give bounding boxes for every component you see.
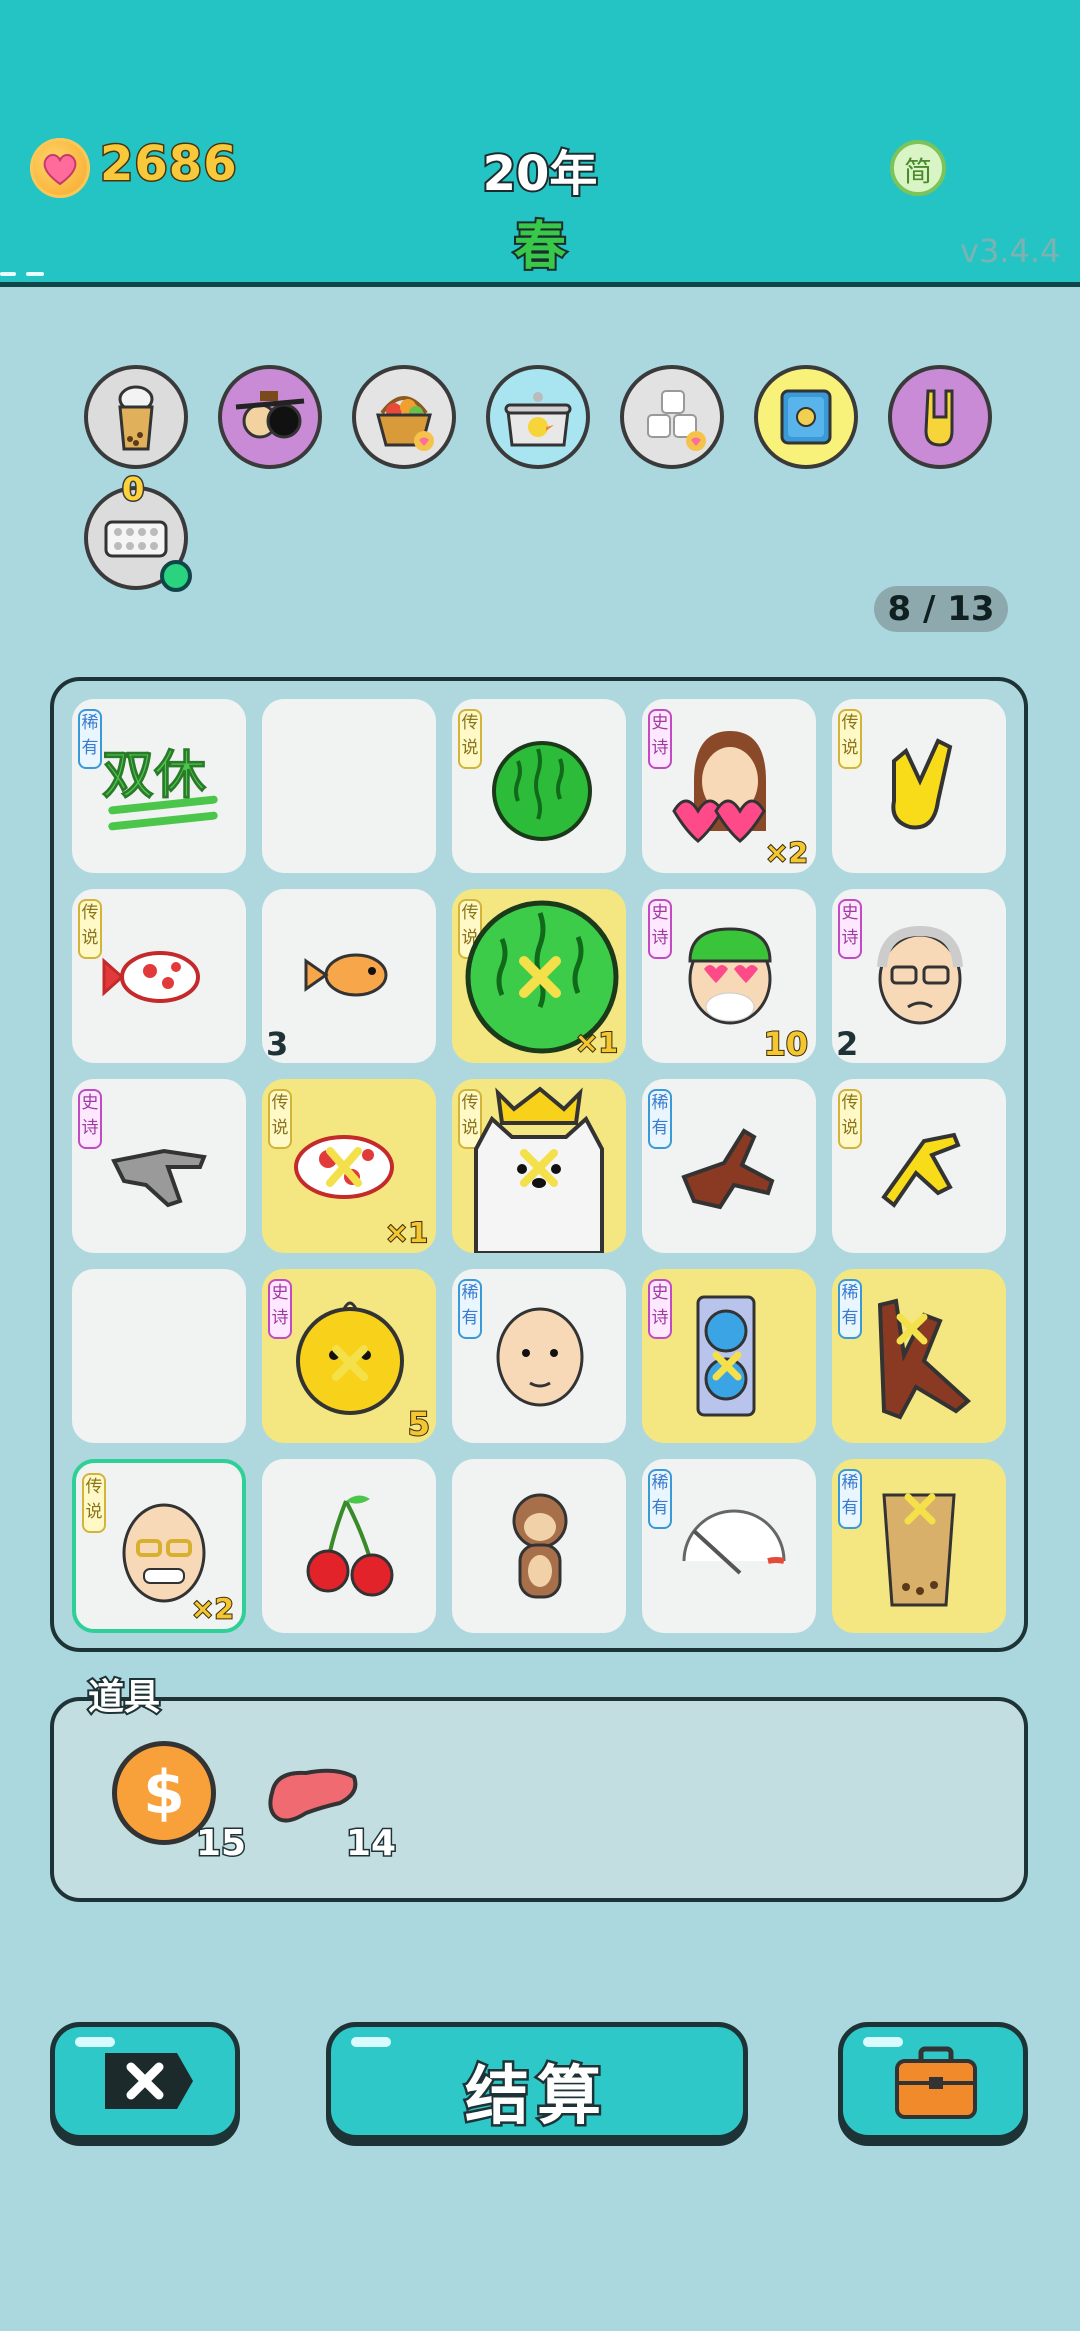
board-cell-graphics-card[interactable]: 史诗 bbox=[642, 1269, 816, 1443]
heart-eyes-face-icon bbox=[688, 927, 772, 1025]
bald-man-icon bbox=[496, 1307, 584, 1407]
button-gloss bbox=[75, 2037, 115, 2047]
safe-icon[interactable] bbox=[754, 365, 858, 469]
year-label: 20年 bbox=[481, 144, 600, 204]
close-icon bbox=[105, 2053, 193, 2109]
count-label: 10 bbox=[762, 1024, 809, 1063]
slot-counter: 8 / 13 bbox=[874, 586, 1008, 632]
liver-icon[interactable] bbox=[266, 1763, 362, 1831]
board-cell-brown-rock-hand[interactable]: 稀有 bbox=[832, 1269, 1006, 1443]
koi-fish-icon bbox=[294, 1135, 394, 1199]
item-board: 稀有 双休 传说 史诗 ×2 传说 传说 3 传说 ×1 史诗 10 史诗 2 bbox=[50, 677, 1028, 1652]
count-label: 2 bbox=[836, 1025, 859, 1063]
crowned-cat-icon bbox=[474, 1086, 604, 1253]
girl-hearts-icon bbox=[672, 731, 766, 843]
koi-fish-icon bbox=[102, 951, 200, 1003]
board-cell-girl-hearts[interactable]: 史诗 ×2 bbox=[642, 699, 816, 873]
tools-panel: $ 15 14 bbox=[50, 1697, 1028, 1902]
eye-patch-icon[interactable] bbox=[218, 365, 322, 469]
board-cell-grandpa[interactable]: 史诗 2 bbox=[832, 889, 1006, 1063]
fruit-basket-icon[interactable] bbox=[352, 365, 456, 469]
board-cell-grinning-grandpa[interactable]: 传说 ×2 bbox=[72, 1459, 246, 1633]
sugar-cubes-icon[interactable] bbox=[620, 365, 724, 469]
goldfish-icon bbox=[304, 953, 388, 997]
settle-label: 结算 bbox=[463, 2058, 609, 2137]
rarity-tag: 稀有 bbox=[78, 709, 102, 769]
top-bar: 2686 20年 春 简 v3.4.4 bbox=[0, 0, 1080, 287]
brown-rock-hand-icon bbox=[877, 1298, 972, 1420]
backpack-button[interactable] bbox=[838, 2022, 1028, 2140]
multiplier-label: ×1 bbox=[574, 1025, 619, 1060]
tool-count: 15 bbox=[194, 1822, 247, 1866]
board-cell-big-watermelon[interactable]: 传说 ×1 bbox=[452, 889, 626, 1063]
multiplier-label: ×2 bbox=[190, 1591, 235, 1626]
status-dot bbox=[160, 560, 192, 592]
board-cell-crowned-cat[interactable]: 传说 bbox=[452, 1079, 626, 1253]
brown-hand-icon bbox=[681, 1128, 775, 1210]
board-cell-goldfish[interactable]: 3 bbox=[262, 889, 436, 1063]
settle-button[interactable]: 结算 bbox=[326, 2022, 748, 2140]
egg-tray-badge: 0 bbox=[120, 469, 145, 510]
coin-count: 2686 bbox=[99, 135, 239, 194]
heart-coin-icon bbox=[30, 138, 90, 198]
yellow-pointing-hand-icon bbox=[881, 1132, 961, 1208]
bubble-tea-icon bbox=[882, 1493, 956, 1607]
board-cell-chick[interactable]: 史诗 5 bbox=[262, 1269, 436, 1443]
count-label: 5 bbox=[407, 1404, 431, 1443]
multiplier-label: ×2 bbox=[764, 835, 809, 870]
board-cell-koi-fish[interactable]: 传说 bbox=[72, 889, 246, 1063]
rock-hand-yellow-icon bbox=[891, 738, 953, 830]
rock-hand-icon[interactable] bbox=[888, 365, 992, 469]
count-label: 3 bbox=[266, 1025, 289, 1063]
gauge-icon bbox=[682, 1509, 786, 1575]
gray-pointing-hand-icon bbox=[111, 1148, 207, 1208]
language-toggle-button[interactable]: 简 bbox=[890, 140, 946, 196]
tool-count: 14 bbox=[344, 1822, 397, 1866]
board-cell-koi-fish-gold[interactable]: 传说 ×1 bbox=[262, 1079, 436, 1253]
board-cell-cherries[interactable] bbox=[262, 1459, 436, 1633]
board-cell-bubble-tea[interactable]: 稀有 bbox=[832, 1459, 1006, 1633]
board-cell-monkey[interactable] bbox=[452, 1459, 626, 1633]
board-cell-brown-hand[interactable]: 稀有 bbox=[642, 1079, 816, 1253]
header-dash bbox=[26, 272, 44, 276]
bubble-tea-cup-icon[interactable] bbox=[84, 365, 188, 469]
board-cell-bald-man[interactable]: 稀有 bbox=[452, 1269, 626, 1443]
header-dash bbox=[0, 272, 16, 276]
grandpa-face-icon bbox=[877, 925, 963, 1025]
monkey-icon bbox=[512, 1493, 568, 1599]
board-cell-heart-eyes[interactable]: 史诗 10 bbox=[642, 889, 816, 1063]
board-cell-gauge[interactable]: 稀有 bbox=[642, 1459, 816, 1633]
double-rest-text: 双休 bbox=[101, 746, 207, 807]
tools-title: 道具 bbox=[86, 1675, 162, 1720]
multiplier-label: ×1 bbox=[384, 1215, 429, 1250]
graphics-card-icon bbox=[696, 1295, 756, 1417]
version-label: v3.4.4 bbox=[960, 232, 1061, 270]
season-label: 春 bbox=[512, 215, 568, 279]
chick-icon bbox=[296, 1301, 404, 1415]
board-cell-gray-hand[interactable]: 史诗 bbox=[72, 1079, 246, 1253]
board-cell-double-rest[interactable]: 稀有 双休 bbox=[72, 699, 246, 873]
board-cell-watermelon[interactable]: 传说 bbox=[452, 699, 626, 873]
cancel-button[interactable] bbox=[50, 2022, 240, 2140]
board-cell-empty[interactable] bbox=[262, 699, 436, 873]
cherries-icon bbox=[306, 1495, 394, 1597]
briefcase-icon bbox=[895, 2046, 977, 2119]
duck-pot-icon[interactable] bbox=[486, 365, 590, 469]
double-rest-stripes bbox=[107, 811, 219, 831]
watermelon-icon bbox=[492, 741, 592, 841]
board-cell-empty[interactable] bbox=[72, 1269, 246, 1443]
board-cell-rock-hand[interactable]: 传说 bbox=[832, 699, 1006, 873]
board-cell-yellow-hand[interactable]: 传说 bbox=[832, 1079, 1006, 1253]
